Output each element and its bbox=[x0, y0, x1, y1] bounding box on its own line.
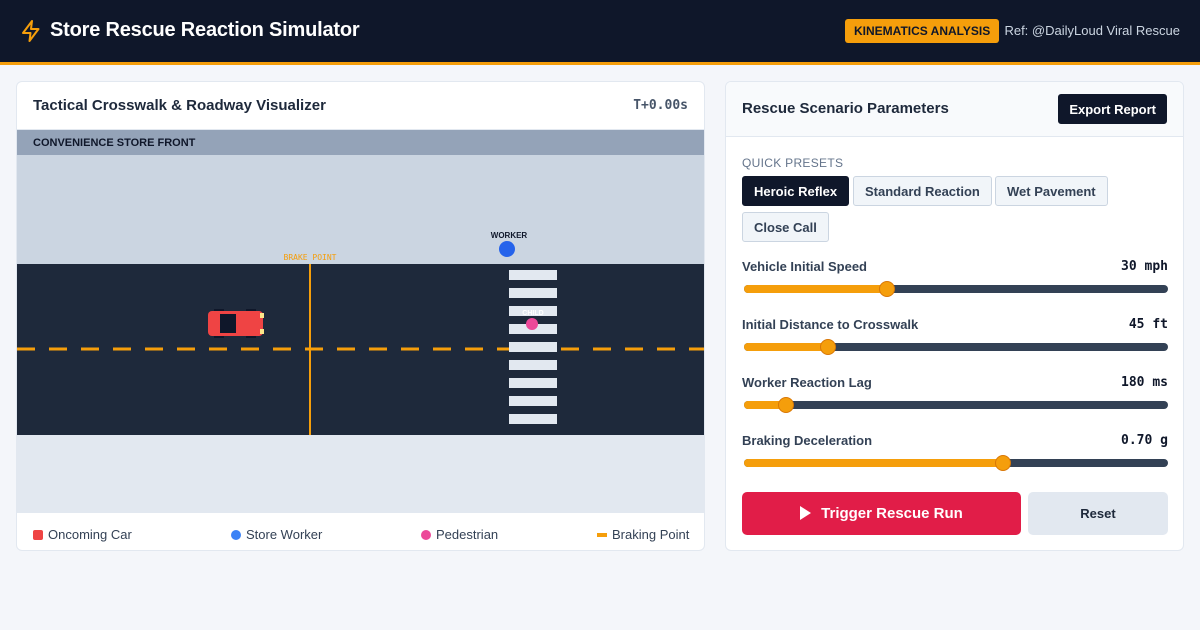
crosswalk bbox=[509, 270, 557, 424]
legend-label: Oncoming Car bbox=[48, 527, 132, 542]
brake-point-label: BRAKE POINT bbox=[284, 253, 337, 262]
reaction-lag-slider[interactable] bbox=[744, 397, 1168, 413]
slider-fill bbox=[744, 343, 828, 351]
orange-dash-icon bbox=[597, 532, 607, 537]
slider-value: 180 ms bbox=[1121, 375, 1168, 390]
roadway-canvas: BRAKE POINT WORKER CHILD bbox=[17, 231, 704, 435]
legend-item: Braking Point bbox=[597, 527, 689, 542]
quick-presets-label: QUICK PRESETS bbox=[742, 156, 844, 170]
child-label: CHILD bbox=[522, 310, 543, 317]
parameters-panel: Rescue Scenario Parameters Export Report… bbox=[725, 81, 1184, 551]
visualizer-header: Tactical Crosswalk & Roadway Visualizer … bbox=[17, 82, 704, 130]
pedestrian-marker bbox=[526, 318, 538, 330]
kinematics-badge: KINEMATICS ANALYSIS bbox=[845, 19, 1000, 43]
oncoming-car bbox=[208, 309, 264, 338]
slider-label: Braking Deceleration bbox=[742, 433, 873, 448]
slider-thumb[interactable] bbox=[777, 397, 794, 413]
slider-label: Worker Reaction Lag bbox=[742, 375, 872, 390]
slider-fill bbox=[744, 285, 887, 293]
app-title: Store Rescue Reaction Simulator bbox=[50, 19, 360, 41]
legend-item: Oncoming Car bbox=[33, 527, 132, 542]
parameters-title: Rescue Scenario Parameters bbox=[742, 100, 949, 117]
preset-close-call[interactable]: Close Call bbox=[742, 212, 829, 242]
slider-label: Initial Distance to Crosswalk bbox=[742, 317, 919, 332]
slider-thumb[interactable] bbox=[819, 339, 836, 355]
legend-item: Store Worker bbox=[231, 527, 322, 542]
reset-button[interactable]: Reset bbox=[1028, 492, 1168, 535]
slider-thumb[interactable] bbox=[995, 455, 1012, 471]
trigger-rescue-run-button[interactable]: Trigger Rescue Run bbox=[742, 492, 1021, 535]
distance-slider[interactable] bbox=[744, 339, 1168, 355]
vehicle-speed-slider[interactable] bbox=[744, 281, 1168, 297]
braking-deceleration-slider-row: Braking Deceleration 0.70 g bbox=[742, 433, 1168, 483]
preset-wet-pavement[interactable]: Wet Pavement bbox=[995, 176, 1108, 206]
preset-standard-reaction[interactable]: Standard Reaction bbox=[853, 176, 992, 206]
distance-slider-row: Initial Distance to Crosswalk 45 ft bbox=[742, 317, 1168, 367]
slider-value: 45 ft bbox=[1128, 317, 1168, 332]
legend-label: Store Worker bbox=[246, 527, 323, 542]
parameters-header: Rescue Scenario Parameters Export Report bbox=[726, 82, 1183, 137]
worker-label: WORKER bbox=[491, 231, 528, 240]
slider-fill bbox=[744, 459, 1004, 467]
trigger-label: Trigger Rescue Run bbox=[821, 505, 963, 522]
legend-label: Pedestrian bbox=[436, 527, 499, 542]
play-icon bbox=[800, 506, 812, 521]
reference-text: Ref: @DailyLoud Viral Rescue bbox=[1004, 23, 1180, 38]
legend-label: Braking Point bbox=[612, 527, 690, 542]
legend-item: Pedestrian bbox=[421, 527, 498, 542]
app-header: Store Rescue Reaction Simulator KINEMATI… bbox=[0, 0, 1200, 65]
blue-dot-icon bbox=[231, 529, 241, 540]
red-square-icon bbox=[33, 529, 43, 540]
roadway-scene: CONVENIENCE STORE FRONT BRAKE POINT WORK… bbox=[17, 130, 704, 512]
visualizer-title: Tactical Crosswalk & Roadway Visualizer bbox=[33, 97, 326, 114]
legend: Oncoming Car Store Worker Pedestrian Bra… bbox=[17, 512, 704, 550]
vehicle-speed-slider-row: Vehicle Initial Speed 30 mph bbox=[742, 259, 1168, 309]
braking-deceleration-slider[interactable] bbox=[744, 455, 1168, 471]
slider-thumb[interactable] bbox=[878, 281, 895, 297]
slider-value: 30 mph bbox=[1121, 259, 1168, 274]
simulation-timer: T+0.00s bbox=[633, 98, 688, 113]
store-worker-marker bbox=[499, 241, 515, 257]
pink-dot-icon bbox=[421, 529, 431, 540]
slider-label: Vehicle Initial Speed bbox=[742, 259, 867, 274]
visualizer-panel: Tactical Crosswalk & Roadway Visualizer … bbox=[16, 81, 705, 551]
lightning-bolt-icon bbox=[22, 20, 40, 42]
slider-value: 0.70 g bbox=[1121, 433, 1168, 448]
reaction-lag-slider-row: Worker Reaction Lag 180 ms bbox=[742, 375, 1168, 425]
preset-heroic-reflex[interactable]: Heroic Reflex bbox=[742, 176, 850, 206]
export-report-button[interactable]: Export Report bbox=[1058, 94, 1167, 124]
